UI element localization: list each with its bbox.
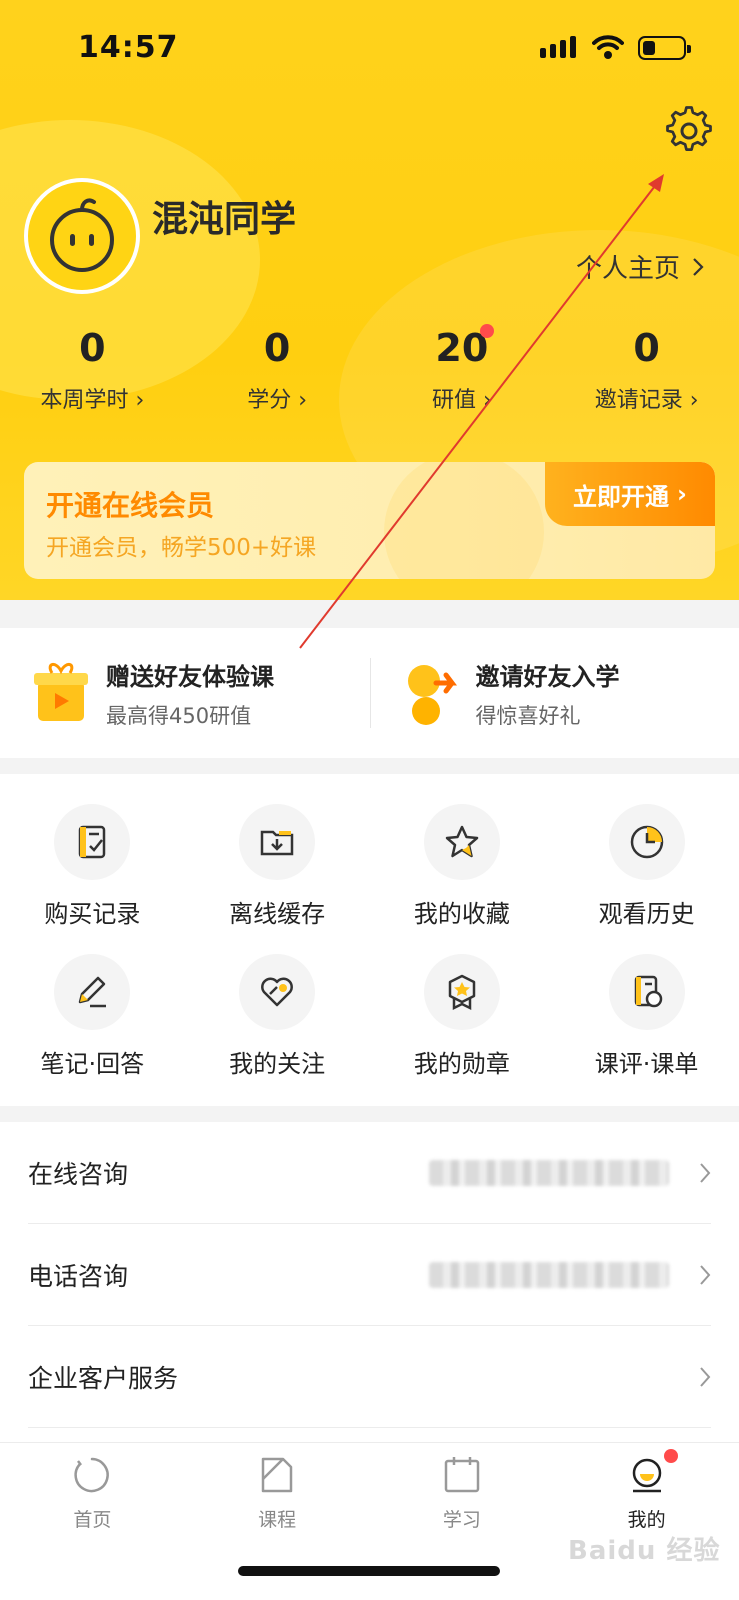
- signal-icon: [540, 36, 576, 58]
- profile-icon: [632, 1458, 661, 1493]
- promo-title: 赠送好友体验课: [106, 662, 274, 691]
- grid-item-following[interactable]: 我的关注: [185, 954, 370, 1079]
- grid-item-notes-answers[interactable]: 笔记·回答: [0, 954, 185, 1079]
- offline-cache-icon: [239, 804, 316, 880]
- stat-weekly-hours[interactable]: 0 本周学时 ›: [0, 326, 185, 414]
- grid-item-watch-history[interactable]: 观看历史: [554, 804, 739, 929]
- clock-icon: [608, 804, 685, 880]
- battery-icon: [638, 36, 691, 60]
- grid-item-reviews-lists[interactable]: 课评·课单: [554, 954, 739, 1079]
- grid-label: 我的勋章: [413, 1050, 510, 1078]
- avatar[interactable]: [24, 178, 140, 294]
- promo-subtitle: 得惊喜好礼: [475, 703, 581, 728]
- tab-home[interactable]: 首页: [0, 1455, 185, 1532]
- chevron-right-icon: [700, 1265, 711, 1285]
- bottom-tab-bar: 首页 课程 学习 我的: [0, 1442, 739, 1600]
- course-icon: [261, 1457, 293, 1493]
- grid-label: 观看历史: [598, 900, 695, 928]
- grid-label: 购买记录: [44, 900, 141, 928]
- chevron-right-icon: ›: [677, 480, 687, 508]
- list-row-online-consult[interactable]: 在线咨询: [28, 1122, 711, 1224]
- stat-invite-records[interactable]: 0 邀请记录 ›: [554, 326, 739, 414]
- chevron-right-icon: [693, 257, 704, 276]
- pencil-icon: [54, 954, 131, 1030]
- avatar-face-icon: [50, 198, 114, 272]
- username: 混沌同学: [152, 199, 297, 240]
- stat-label: 邀请记录: [594, 388, 683, 413]
- grid-item-medals[interactable]: 我的勋章: [370, 954, 555, 1079]
- stats-row: 0 本周学时 › 0 学分 › 20 研值 › 0 邀请记录 ›: [0, 324, 739, 414]
- activate-now-button[interactable]: 立即开通 ›: [545, 462, 715, 526]
- list-label: 企业客户服务: [28, 1363, 179, 1393]
- gift-trial-course[interactable]: 赠送好友体验课 最高得450研值: [0, 628, 370, 758]
- stat-label: 研值: [431, 388, 476, 413]
- promo-subtitle: 最高得450研值: [106, 703, 252, 728]
- status-time: 14:57: [78, 30, 179, 65]
- medal-icon: [423, 954, 500, 1030]
- tab-courses[interactable]: 课程: [185, 1455, 370, 1532]
- blurred-contact-value: [429, 1262, 669, 1288]
- grid-label: 笔记·回答: [40, 1050, 145, 1078]
- chevron-right-icon: ›: [482, 388, 492, 413]
- vip-subtitle: 开通会员，畅学500+好课: [46, 535, 317, 561]
- tab-mine[interactable]: 我的: [554, 1449, 739, 1532]
- invite-friends[interactable]: 邀请好友入学 得惊喜好礼: [369, 628, 739, 758]
- grid-item-purchase-records[interactable]: 购买记录: [0, 804, 185, 929]
- watermark: Baidu 经验: [568, 1536, 721, 1566]
- tab-label: 我的: [627, 1509, 666, 1531]
- tab-label: 首页: [73, 1509, 112, 1531]
- chevron-right-icon: ›: [689, 388, 699, 413]
- grid-label: 课评·课单: [594, 1050, 699, 1078]
- grid-label: 离线缓存: [229, 900, 326, 928]
- review-icon: [608, 954, 685, 1030]
- stat-value: 0: [633, 326, 660, 370]
- stat-label: 学分: [247, 388, 292, 413]
- activate-button-label: 立即开通: [573, 482, 670, 511]
- grid-label: 我的关注: [229, 1050, 326, 1078]
- star-icon: [423, 804, 500, 880]
- list-label: 电话咨询: [28, 1261, 129, 1291]
- tab-label: 学习: [442, 1509, 481, 1531]
- stat-value: 0: [79, 326, 106, 370]
- feature-grid: 购买记录 离线缓存 我的收藏 观看历史 笔记·回答 我的关注 我的勋章 课评·课…: [0, 774, 739, 1106]
- stat-label: 本周学时: [40, 388, 129, 413]
- promo-title: 邀请好友入学: [475, 662, 620, 691]
- profile-page-link[interactable]: 个人主页: [576, 248, 704, 285]
- stat-value: 0: [263, 326, 291, 370]
- chevron-right-icon: [700, 1163, 711, 1183]
- stat-research-points[interactable]: 20 研值 ›: [370, 324, 555, 414]
- calendar-icon: [444, 1457, 480, 1493]
- service-list: 在线咨询 电话咨询 企业客户服务: [0, 1122, 739, 1442]
- tab-study[interactable]: 学习: [370, 1455, 555, 1532]
- notification-dot: [664, 1449, 679, 1463]
- home-icon: [74, 1457, 110, 1493]
- home-indicator: [238, 1566, 500, 1576]
- notification-dot: [479, 324, 494, 338]
- list-row-enterprise-service[interactable]: 企业客户服务: [28, 1326, 711, 1428]
- chevron-right-icon: [700, 1367, 711, 1387]
- list-label: 在线咨询: [28, 1159, 129, 1189]
- vip-title: 开通在线会员: [46, 489, 215, 522]
- crown-decoration: [384, 462, 544, 579]
- grid-item-offline-cache[interactable]: 离线缓存: [185, 804, 370, 929]
- purchase-record-icon: [54, 804, 131, 880]
- stat-credits[interactable]: 0 学分 ›: [185, 326, 370, 414]
- stat-value: 20: [435, 326, 489, 370]
- gift-box-icon: [34, 663, 88, 721]
- invite-person-icon: [407, 665, 457, 725]
- promo-panel: 赠送好友体验课 最高得450研值 邀请好友入学 得惊喜好礼: [0, 628, 739, 758]
- heart-icon: [239, 954, 316, 1030]
- chevron-right-icon: ›: [298, 388, 308, 413]
- status-bar: 14:57: [0, 0, 739, 96]
- settings-gear-icon[interactable]: [664, 106, 714, 156]
- tab-label: 课程: [258, 1509, 297, 1531]
- grid-label: 我的收藏: [413, 900, 510, 928]
- profile-link-label: 个人主页: [576, 254, 681, 284]
- chevron-right-icon: ›: [135, 388, 145, 413]
- list-row-phone-consult[interactable]: 电话咨询: [28, 1224, 711, 1326]
- grid-item-favorites[interactable]: 我的收藏: [370, 804, 555, 929]
- vip-membership-card[interactable]: 开通在线会员 开通会员，畅学500+好课 立即开通 ›: [24, 462, 715, 579]
- blurred-contact-value: [429, 1160, 669, 1186]
- wifi-icon: [592, 35, 624, 59]
